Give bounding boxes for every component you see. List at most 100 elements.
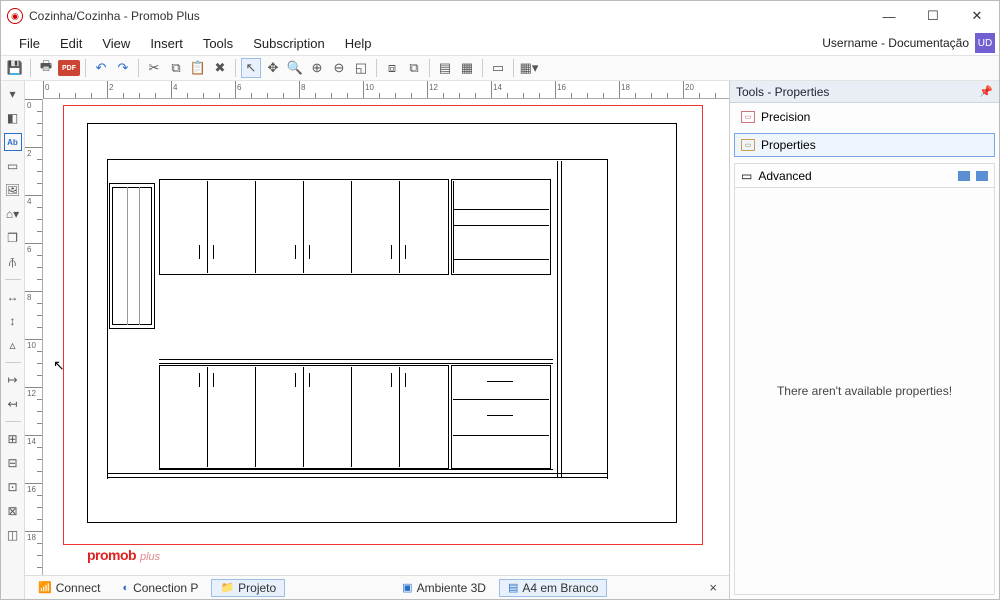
- copy-icon[interactable]: ⧉: [166, 58, 186, 78]
- lt-line-h-icon[interactable]: ↔: [4, 288, 22, 306]
- lt-misc-a-icon[interactable]: ⊞: [4, 430, 22, 448]
- view-mode-a-icon[interactable]: [958, 171, 970, 181]
- zoom-in-icon[interactable]: ⊕: [307, 58, 327, 78]
- titlebar: ◉ Cozinha/Cozinha - Promob Plus — ☐ ✕: [1, 1, 999, 31]
- tab-a4-branco-label: A4 em Branco: [522, 581, 598, 595]
- paste-icon[interactable]: 📋: [188, 58, 208, 78]
- print-icon[interactable]: 🖶: [36, 58, 56, 78]
- pdf-icon[interactable]: PDF: [58, 60, 80, 76]
- ruler-horizontal: 02468101214161820: [43, 81, 729, 99]
- menu-subscription[interactable]: Subscription: [243, 34, 335, 53]
- row-properties[interactable]: ▭ Properties: [734, 133, 995, 157]
- empty-message: There aren't available properties!: [735, 188, 994, 594]
- tab-connect-label: Connect: [56, 581, 101, 595]
- lt-dropdown-icon[interactable]: ▾: [4, 85, 22, 103]
- tab-conection-p-label: Conection P: [133, 581, 198, 595]
- close-button[interactable]: ✕: [955, 2, 999, 30]
- properties-panel: Tools - Properties 📌 ▭ Precision ▭ Prope…: [729, 81, 999, 599]
- zoom-window-icon[interactable]: 🔍: [285, 58, 305, 78]
- save-icon[interactable]: 💾: [5, 58, 25, 78]
- advanced-label: Advanced: [758, 169, 811, 183]
- properties-icon: ▭: [741, 139, 755, 151]
- tab-conection-p[interactable]: ◐ Conection P: [113, 579, 207, 597]
- app-window: ◉ Cozinha/Cozinha - Promob Plus — ☐ ✕ Fi…: [0, 0, 1000, 600]
- tab-projeto-label: Projeto: [238, 581, 276, 595]
- lt-arrow-a-icon[interactable]: ↦: [4, 371, 22, 389]
- maximize-button[interactable]: ☐: [911, 2, 955, 30]
- panel-title: Tools - Properties: [736, 85, 829, 99]
- ruler-vertical: 02468101214161820: [25, 99, 43, 575]
- advanced-section: ▭ Advanced There aren't available proper…: [734, 163, 995, 595]
- lt-misc-b-icon[interactable]: ⊟: [4, 454, 22, 472]
- bottom-tabs: 📶 Connect ◐ Conection P 📁 Projeto ▣ Ambi…: [25, 575, 729, 599]
- minimize-button[interactable]: —: [867, 2, 911, 30]
- redo-icon[interactable]: ↷: [113, 58, 133, 78]
- menu-help[interactable]: Help: [335, 34, 382, 53]
- brand-name: promob: [87, 547, 136, 563]
- menu-tools[interactable]: Tools: [193, 34, 243, 53]
- tab-ambiente3d[interactable]: ▣ Ambiente 3D: [393, 579, 495, 597]
- crop-b-icon[interactable]: ⧉: [404, 58, 424, 78]
- drawing-canvas[interactable]: promob plus ↖: [43, 99, 729, 575]
- view-mode-b-icon[interactable]: [976, 171, 988, 181]
- lt-misc-c-icon[interactable]: ⊡: [4, 478, 22, 496]
- palette-icon[interactable]: ▦▾: [519, 58, 539, 78]
- menu-file[interactable]: File: [9, 34, 50, 53]
- cut-icon[interactable]: ✂: [144, 58, 164, 78]
- kitchen-elevation: [107, 159, 607, 479]
- lt-object-icon[interactable]: ⌂▾: [4, 205, 22, 223]
- delete-icon[interactable]: ✖: [210, 58, 230, 78]
- menubar: File Edit View Insert Tools Subscription…: [1, 31, 999, 55]
- precision-icon: ▭: [741, 111, 755, 123]
- user-badge[interactable]: UD: [975, 33, 995, 53]
- undo-icon[interactable]: ↶: [91, 58, 111, 78]
- tab-projeto[interactable]: 📁 Projeto: [211, 579, 285, 597]
- lt-misc-d-icon[interactable]: ⊠: [4, 502, 22, 520]
- tab-a4-branco[interactable]: ▤ A4 em Branco: [499, 579, 607, 597]
- app-icon: ◉: [7, 8, 23, 24]
- properties-label: Properties: [761, 138, 816, 152]
- rss-icon: 📶: [38, 581, 52, 594]
- brand-mark: promob plus: [87, 547, 160, 563]
- main-row: ▾ ◧ Ab ▭ 🖼 ⌂▾ ❐ ⫚ ↔ ↕ ▵ ↦ ↤ ⊞ ⊟ ⊡ ⊠ ◫ 02…: [1, 81, 999, 599]
- lt-text-icon[interactable]: Ab: [4, 133, 22, 151]
- menu-edit[interactable]: Edit: [50, 34, 92, 53]
- menu-insert[interactable]: Insert: [140, 34, 193, 53]
- layers-b-icon[interactable]: ▦: [457, 58, 477, 78]
- lt-arrow-b-icon[interactable]: ↤: [4, 395, 22, 413]
- left-toolbar: ▾ ◧ Ab ▭ 🖼 ⌂▾ ❐ ⫚ ↔ ↕ ▵ ↦ ↤ ⊞ ⊟ ⊡ ⊠ ◫: [1, 81, 25, 599]
- lt-dim-icon[interactable]: ⫚: [4, 253, 22, 271]
- lt-rect-icon[interactable]: ▭: [4, 157, 22, 175]
- row-precision[interactable]: ▭ Precision: [734, 105, 995, 129]
- pin-icon[interactable]: 📌: [979, 85, 993, 98]
- advanced-header[interactable]: ▭ Advanced: [735, 164, 994, 188]
- zoom-out-icon[interactable]: ⊖: [329, 58, 349, 78]
- lt-line-v-icon[interactable]: ↕: [4, 312, 22, 330]
- pointer-tool-icon[interactable]: ↖: [241, 58, 261, 78]
- menu-view[interactable]: View: [92, 34, 140, 53]
- pan-icon[interactable]: ✥: [263, 58, 283, 78]
- tab-connect[interactable]: 📶 Connect: [29, 579, 109, 597]
- lt-image-icon[interactable]: 🖼: [4, 181, 22, 199]
- lt-component-icon[interactable]: ❐: [4, 229, 22, 247]
- lt-angle-icon[interactable]: ▵: [4, 336, 22, 354]
- zoom-fit-icon[interactable]: ◱: [351, 58, 371, 78]
- page-icon: ▤: [508, 581, 518, 594]
- username-label: Username - Documentação: [822, 36, 969, 50]
- cube-icon: ▣: [402, 581, 412, 594]
- link-icon: ◐: [122, 582, 129, 594]
- center-area: 02468101214161820 02468101214161820: [25, 81, 729, 599]
- toolbar-main: 💾 🖶 PDF ↶ ↷ ✂ ⧉ 📋 ✖ ↖ ✥ 🔍 ⊕ ⊖ ◱ ⧈ ⧉ ▤ ▦ …: [1, 55, 999, 81]
- tab-ambiente3d-label: Ambiente 3D: [417, 581, 486, 595]
- tab-close-button[interactable]: ×: [701, 580, 725, 595]
- folder-icon: 📁: [220, 581, 234, 594]
- lt-misc-e-icon[interactable]: ◫: [4, 526, 22, 544]
- doc-a-icon[interactable]: ▭: [488, 58, 508, 78]
- precision-label: Precision: [761, 110, 810, 124]
- crop-a-icon[interactable]: ⧈: [382, 58, 402, 78]
- lt-shape-icon[interactable]: ◧: [4, 109, 22, 127]
- panel-header[interactable]: Tools - Properties 📌: [730, 81, 999, 103]
- brand-suffix: plus: [140, 551, 160, 563]
- layers-a-icon[interactable]: ▤: [435, 58, 455, 78]
- window-title: Cozinha/Cozinha - Promob Plus: [29, 9, 200, 23]
